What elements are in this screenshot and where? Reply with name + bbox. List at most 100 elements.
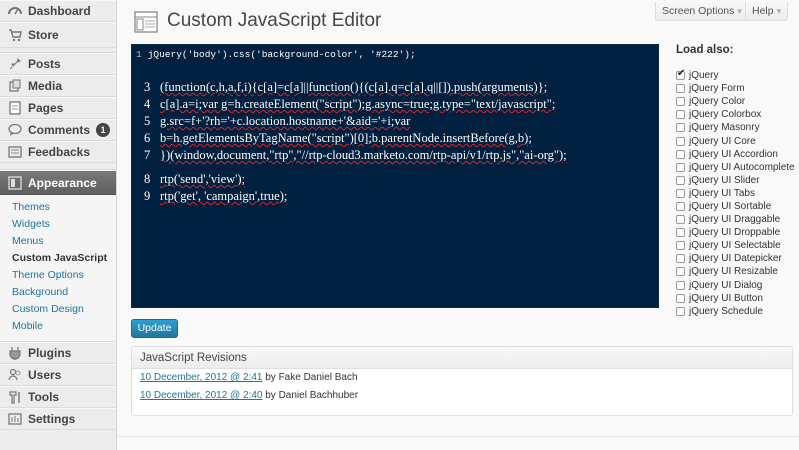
menu-media[interactable]: Media [0, 75, 116, 97]
library-checkbox[interactable] [676, 175, 685, 185]
menu-dashboard[interactable]: Dashboard [0, 0, 116, 22]
submenu-background[interactable]: Background [0, 284, 116, 301]
library-label: jQuery UI Accordion [689, 148, 778, 160]
library-checkbox[interactable] [676, 215, 685, 225]
library-option[interactable]: jQuery UI Core [676, 134, 795, 147]
screen-options-label: Screen Options [662, 5, 735, 17]
submenu-menus[interactable]: Menus [0, 233, 116, 250]
menu-store[interactable]: Store [0, 22, 116, 48]
library-option[interactable]: jQuery Masonry [676, 121, 795, 134]
menu-appearance[interactable]: Appearance [0, 170, 116, 195]
menu-label: Feedbacks [28, 145, 91, 159]
library-option[interactable]: jQuery UI Slider [676, 174, 795, 187]
library-checkbox[interactable] [676, 68, 685, 81]
library-checkbox[interactable] [676, 280, 685, 290]
library-list: jQueryjQuery FormjQuery ColorjQuery Colo… [676, 68, 795, 318]
code-editor[interactable]: 1 jQuery('body').css('background-color', … [131, 44, 659, 308]
revision-item: 10 December, 2012 @ 2:40 by Daniel Bachh… [132, 387, 792, 405]
settings-icon [8, 412, 22, 426]
code-line-1: 1 jQuery('body').css('background-color', … [136, 49, 416, 60]
code-line: 5 g.src=f+'?rh='+c.location.hostname+'&ai… [144, 114, 410, 129]
library-label: jQuery UI Core [689, 135, 756, 147]
library-option[interactable]: jQuery UI Dialog [676, 279, 795, 292]
menu-users[interactable]: Users [0, 364, 116, 386]
library-label: jQuery Colorbox [689, 109, 762, 121]
library-label: jQuery UI Droppable [689, 227, 781, 239]
code-line: 8 rtp('send','view'); [144, 172, 245, 187]
menu-plugins[interactable]: Plugins [0, 342, 116, 364]
library-option[interactable]: jQuery Colorbox [676, 108, 795, 121]
library-checkbox[interactable] [676, 84, 685, 94]
library-option[interactable]: jQuery UI Datepicker [676, 252, 795, 265]
menu-label: Settings [28, 412, 76, 426]
library-checkbox[interactable] [676, 110, 685, 120]
library-checkbox[interactable] [676, 149, 685, 159]
screen-options-button[interactable]: Screen Options ▾ [655, 2, 749, 21]
revision-link[interactable]: 10 December, 2012 @ 2:40 [140, 390, 262, 401]
library-checkbox[interactable] [676, 306, 685, 316]
library-option[interactable]: jQuery UI Draggable [676, 213, 795, 226]
library-option[interactable]: jQuery Form [676, 82, 795, 95]
revision-link[interactable]: 10 December, 2012 @ 2:41 [140, 372, 262, 383]
library-checkbox[interactable] [676, 97, 685, 107]
submenu-custom-design[interactable]: Custom Design [0, 301, 116, 318]
library-label: jQuery UI Autocomplete [689, 161, 795, 173]
library-checkbox[interactable] [676, 267, 685, 277]
footer-divider [118, 436, 799, 437]
library-label: jQuery Form [689, 83, 745, 95]
submenu-mobile[interactable]: Mobile [0, 318, 116, 335]
library-option[interactable]: jQuery [676, 68, 795, 82]
library-checkbox[interactable] [676, 201, 685, 211]
library-option[interactable]: jQuery UI Resizable [676, 265, 795, 278]
submenu-custom-javascript[interactable]: Custom JavaScript [0, 250, 116, 267]
line-number: 5 [144, 114, 151, 128]
library-option[interactable]: jQuery UI Autocomplete [676, 161, 795, 174]
help-button[interactable]: Help ▾ [745, 2, 789, 21]
library-option[interactable]: jQuery UI Button [676, 292, 795, 305]
library-option[interactable]: jQuery UI Selectable [676, 239, 795, 252]
submenu-widgets[interactable]: Widgets [0, 216, 116, 233]
library-checkbox[interactable] [676, 293, 685, 303]
library-checkbox[interactable] [676, 228, 685, 238]
users-icon [8, 368, 22, 382]
submenu-theme-options[interactable]: Theme Options [0, 267, 116, 284]
code-line: 4 c[a].a=i;var g=h.createElement("script"… [144, 97, 555, 112]
library-option[interactable]: jQuery UI Droppable [676, 226, 795, 239]
menu-label: Media [28, 79, 63, 93]
library-option[interactable]: jQuery Schedule [676, 305, 795, 318]
library-option[interactable]: jQuery UI Accordion [676, 148, 795, 161]
help-label: Help [752, 5, 774, 17]
editor-page-icon [134, 11, 158, 33]
library-option[interactable]: jQuery UI Tabs [676, 187, 795, 200]
library-checkbox[interactable] [676, 136, 685, 146]
library-option[interactable]: jQuery Color [676, 95, 795, 108]
menu-label: Comments [28, 123, 91, 137]
code-text: rtp('get', 'campaign',true); [160, 189, 288, 203]
menu-settings[interactable]: Settings [0, 408, 116, 430]
library-label: jQuery [689, 70, 719, 82]
library-label: jQuery UI Dialog [689, 279, 763, 291]
menu-comments[interactable]: Comments 1 [0, 119, 116, 141]
pin-icon [8, 57, 22, 71]
revision-author: by Fake Daniel Bach [265, 372, 358, 383]
code-line: 6 b=h.getElementsByTagName("script")[0];b… [144, 131, 532, 146]
comment-icon [8, 123, 22, 137]
update-button[interactable]: Update [131, 319, 178, 338]
library-checkbox[interactable] [676, 188, 685, 198]
menu-posts[interactable]: Posts [0, 53, 116, 75]
library-label: jQuery UI Draggable [689, 214, 781, 226]
menu-label: Tools [28, 390, 60, 404]
library-checkbox[interactable] [676, 254, 685, 264]
library-checkbox[interactable] [676, 162, 685, 172]
library-checkbox[interactable] [676, 241, 685, 251]
menu-tools[interactable]: Tools [0, 386, 116, 408]
submenu-themes[interactable]: Themes [0, 199, 116, 216]
library-option[interactable]: jQuery UI Sortable [676, 200, 795, 213]
menu-pages[interactable]: Pages [0, 97, 116, 119]
line-number: 4 [144, 97, 151, 111]
revision-item: 10 December, 2012 @ 2:41 by Fake Daniel … [132, 369, 792, 387]
revisions-title: JavaScript Revisions [132, 347, 792, 369]
cart-icon [8, 28, 22, 42]
menu-feedbacks[interactable]: Feedbacks [0, 141, 116, 163]
library-checkbox[interactable] [676, 123, 685, 133]
